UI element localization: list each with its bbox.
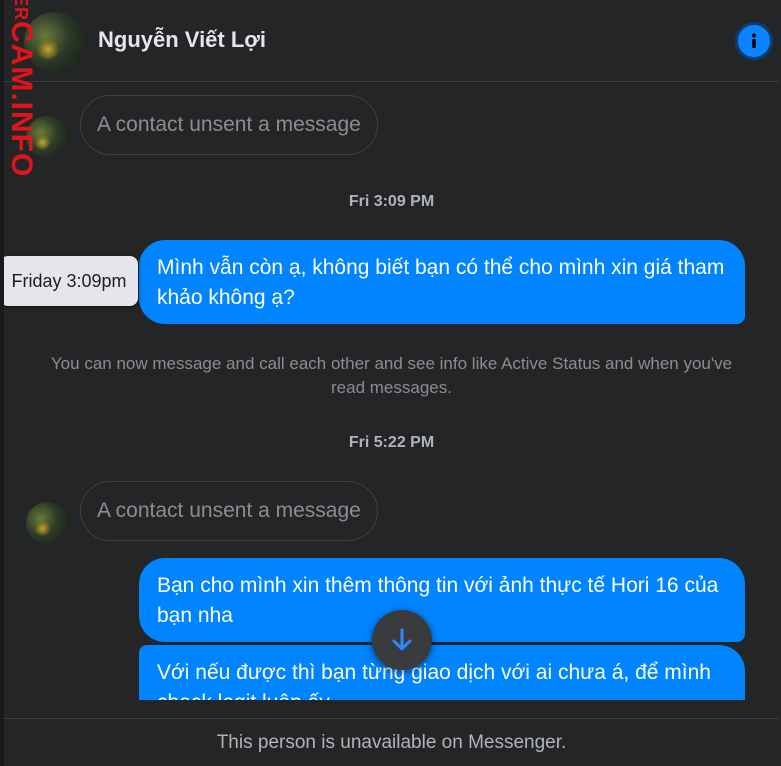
message-timestamp: Fri 3:09 PM: [348, 193, 435, 210]
watermark-text-small: ER: [11, 0, 31, 22]
unsent-message-notice: A contact unsent a message: [80, 95, 378, 155]
outgoing-message-bubble[interactable]: Với nếu được thì bạn từng giao dịch với …: [139, 645, 745, 700]
timestamp-tooltip: Friday 3:09pm: [4, 256, 138, 306]
outgoing-message-bubble[interactable]: Bạn cho mình xin thêm thông tin với ảnh …: [139, 558, 745, 642]
system-notice: You can now message and call each other …: [50, 354, 733, 397]
arrow-down-icon: [392, 628, 412, 651]
chat-window: Nguyễn Viết Lợi A contact unsent a messa…: [4, 0, 779, 766]
scroll-to-bottom-button[interactable]: [372, 610, 432, 670]
contact-avatar-small[interactable]: [26, 502, 68, 544]
info-button[interactable]: [735, 22, 773, 60]
contact-name[interactable]: Nguyễn Viết Lợi: [98, 27, 266, 53]
info-icon: [744, 31, 764, 51]
chat-header: Nguyễn Viết Lợi: [4, 0, 779, 82]
composer-status: This person is unavailable on Messenger.: [4, 718, 779, 766]
unsent-message-notice: A contact unsent a message: [80, 481, 378, 541]
outgoing-message-bubble[interactable]: Mình vẫn còn ạ, không biết bạn có thể ch…: [139, 240, 745, 324]
watermark: ERCAM.INFO: [5, 0, 38, 184]
message-thread[interactable]: A contact unsent a message Fri 3:09 PM M…: [4, 82, 779, 700]
message-timestamp: Fri 5:22 PM: [348, 434, 435, 451]
watermark-text: CAM.INFO: [5, 21, 38, 178]
